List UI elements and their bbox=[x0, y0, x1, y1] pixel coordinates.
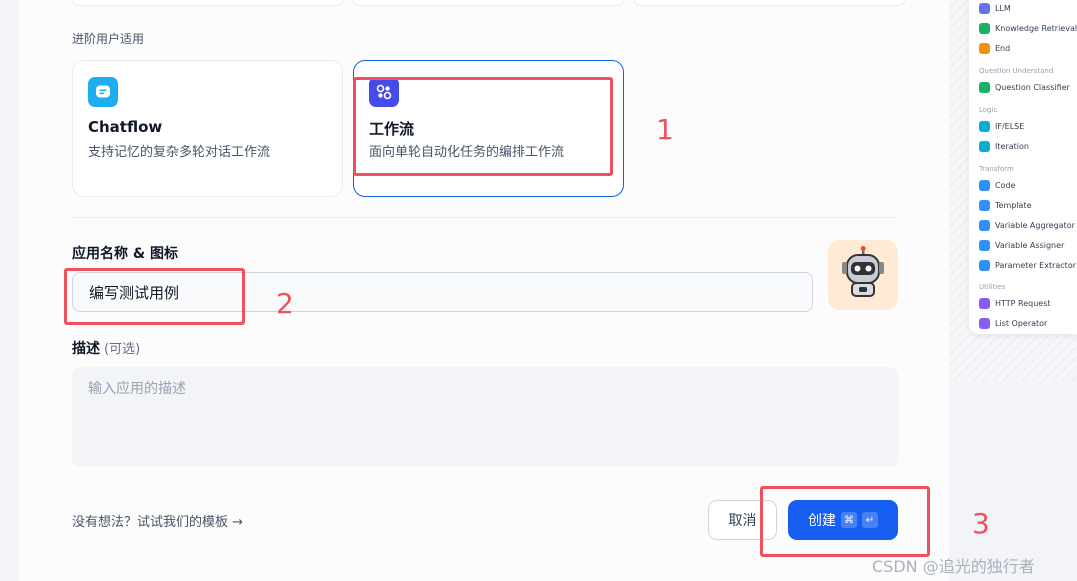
preview-item-http: HTTP Request bbox=[979, 298, 1051, 309]
node-preview-panel: LLM Knowledge Retrieval End Question Und… bbox=[949, 0, 1077, 381]
chatflow-icon bbox=[88, 77, 118, 107]
http-request-icon bbox=[979, 298, 990, 309]
preview-item-label: Iteration bbox=[995, 142, 1029, 151]
end-icon bbox=[979, 43, 990, 54]
description-label-text: 描述 bbox=[72, 341, 100, 357]
preview-item-label: List Operator bbox=[995, 319, 1048, 328]
parameter-extractor-icon bbox=[979, 260, 990, 271]
preview-item-label: HTTP Request bbox=[995, 299, 1051, 308]
node-list-card: LLM Knowledge Retrieval End Question Und… bbox=[969, 0, 1077, 334]
description-placeholder: 输入应用的描述 bbox=[88, 381, 186, 397]
list-operator-icon bbox=[979, 318, 990, 329]
template-icon bbox=[979, 200, 990, 211]
preview-item-label: Parameter Extractor bbox=[995, 261, 1076, 270]
section-label: 进阶用户适用 bbox=[72, 32, 145, 46]
preview-item-label: Question Classifier bbox=[995, 83, 1070, 92]
template-link[interactable]: 没有想法？试试我们的模板 → bbox=[72, 511, 243, 530]
app-type-card-top-1[interactable] bbox=[72, 0, 343, 6]
robot-icon bbox=[842, 246, 884, 297]
annotation-box-2 bbox=[64, 268, 245, 325]
llm-icon bbox=[979, 3, 990, 14]
preview-item-code: Code bbox=[979, 180, 1015, 191]
preview-item-classifier: Question Classifier bbox=[979, 82, 1070, 93]
preview-item-label: Code bbox=[995, 181, 1016, 190]
preview-item-iteration: Iteration bbox=[979, 141, 1029, 152]
preview-item-ifelse: IF/ELSE bbox=[979, 121, 1024, 132]
preview-group-utilities: Utilities bbox=[979, 283, 1006, 291]
preview-group-logic: Logic bbox=[979, 106, 998, 114]
divider bbox=[72, 217, 898, 218]
preview-item-template: Template bbox=[979, 200, 1032, 211]
preview-item-label: Template bbox=[995, 201, 1032, 210]
preview-item-label: IF/ELSE bbox=[995, 122, 1025, 131]
preview-item-label: Variable Aggregator bbox=[995, 221, 1075, 230]
chatflow-title: Chatflow bbox=[88, 118, 163, 136]
annotation-box-3 bbox=[760, 486, 930, 557]
annotation-number-1: 1 bbox=[656, 113, 674, 146]
description-textarea[interactable]: 输入应用的描述 bbox=[72, 367, 898, 467]
preview-item-knowledge: Knowledge Retrieval bbox=[979, 23, 1077, 34]
code-icon bbox=[979, 180, 990, 191]
app-type-card-top-2[interactable] bbox=[353, 0, 624, 6]
preview-group-transform: Transform bbox=[979, 165, 1014, 173]
if-else-icon bbox=[979, 121, 990, 132]
iteration-icon bbox=[979, 141, 990, 152]
preview-item-list-operator: List Operator bbox=[979, 318, 1047, 329]
preview-item-end: End bbox=[979, 43, 1010, 54]
question-classifier-icon bbox=[979, 82, 990, 93]
app-type-card-top-3[interactable] bbox=[634, 0, 905, 6]
preview-item-label: LLM bbox=[995, 4, 1011, 13]
annotation-box-1 bbox=[353, 77, 613, 176]
chatflow-card[interactable]: Chatflow 支持记忆的复杂多轮对话工作流 bbox=[72, 60, 343, 197]
preview-item-llm: LLM bbox=[979, 3, 1011, 14]
knowledge-retrieval-icon bbox=[979, 23, 990, 34]
preview-item-extractor: Parameter Extractor bbox=[979, 260, 1076, 271]
preview-item-aggregator: Variable Aggregator bbox=[979, 220, 1075, 231]
annotation-number-2: 2 bbox=[276, 287, 294, 320]
cancel-label: 取消 bbox=[728, 513, 757, 529]
preview-item-label: Knowledge Retrieval bbox=[995, 24, 1077, 33]
preview-group-question: Question Understand bbox=[979, 67, 1054, 75]
preview-item-label: End bbox=[995, 44, 1011, 53]
preview-item-assigner: Variable Assigner bbox=[979, 240, 1064, 251]
optional-tag: (可选) bbox=[104, 342, 141, 357]
annotation-number-3: 3 bbox=[972, 507, 990, 540]
app-name-label: 应用名称 & 图标 bbox=[72, 246, 178, 262]
variable-aggregator-icon bbox=[979, 220, 990, 231]
preview-item-label: Variable Assigner bbox=[995, 241, 1065, 250]
watermark: CSDN @追光的独行者 bbox=[872, 557, 1035, 576]
description-label: 描述 (可选) bbox=[72, 338, 140, 358]
chatflow-description: 支持记忆的复杂多轮对话工作流 bbox=[88, 145, 271, 160]
app-icon-picker[interactable] bbox=[828, 240, 898, 310]
variable-assigner-icon bbox=[979, 240, 990, 251]
